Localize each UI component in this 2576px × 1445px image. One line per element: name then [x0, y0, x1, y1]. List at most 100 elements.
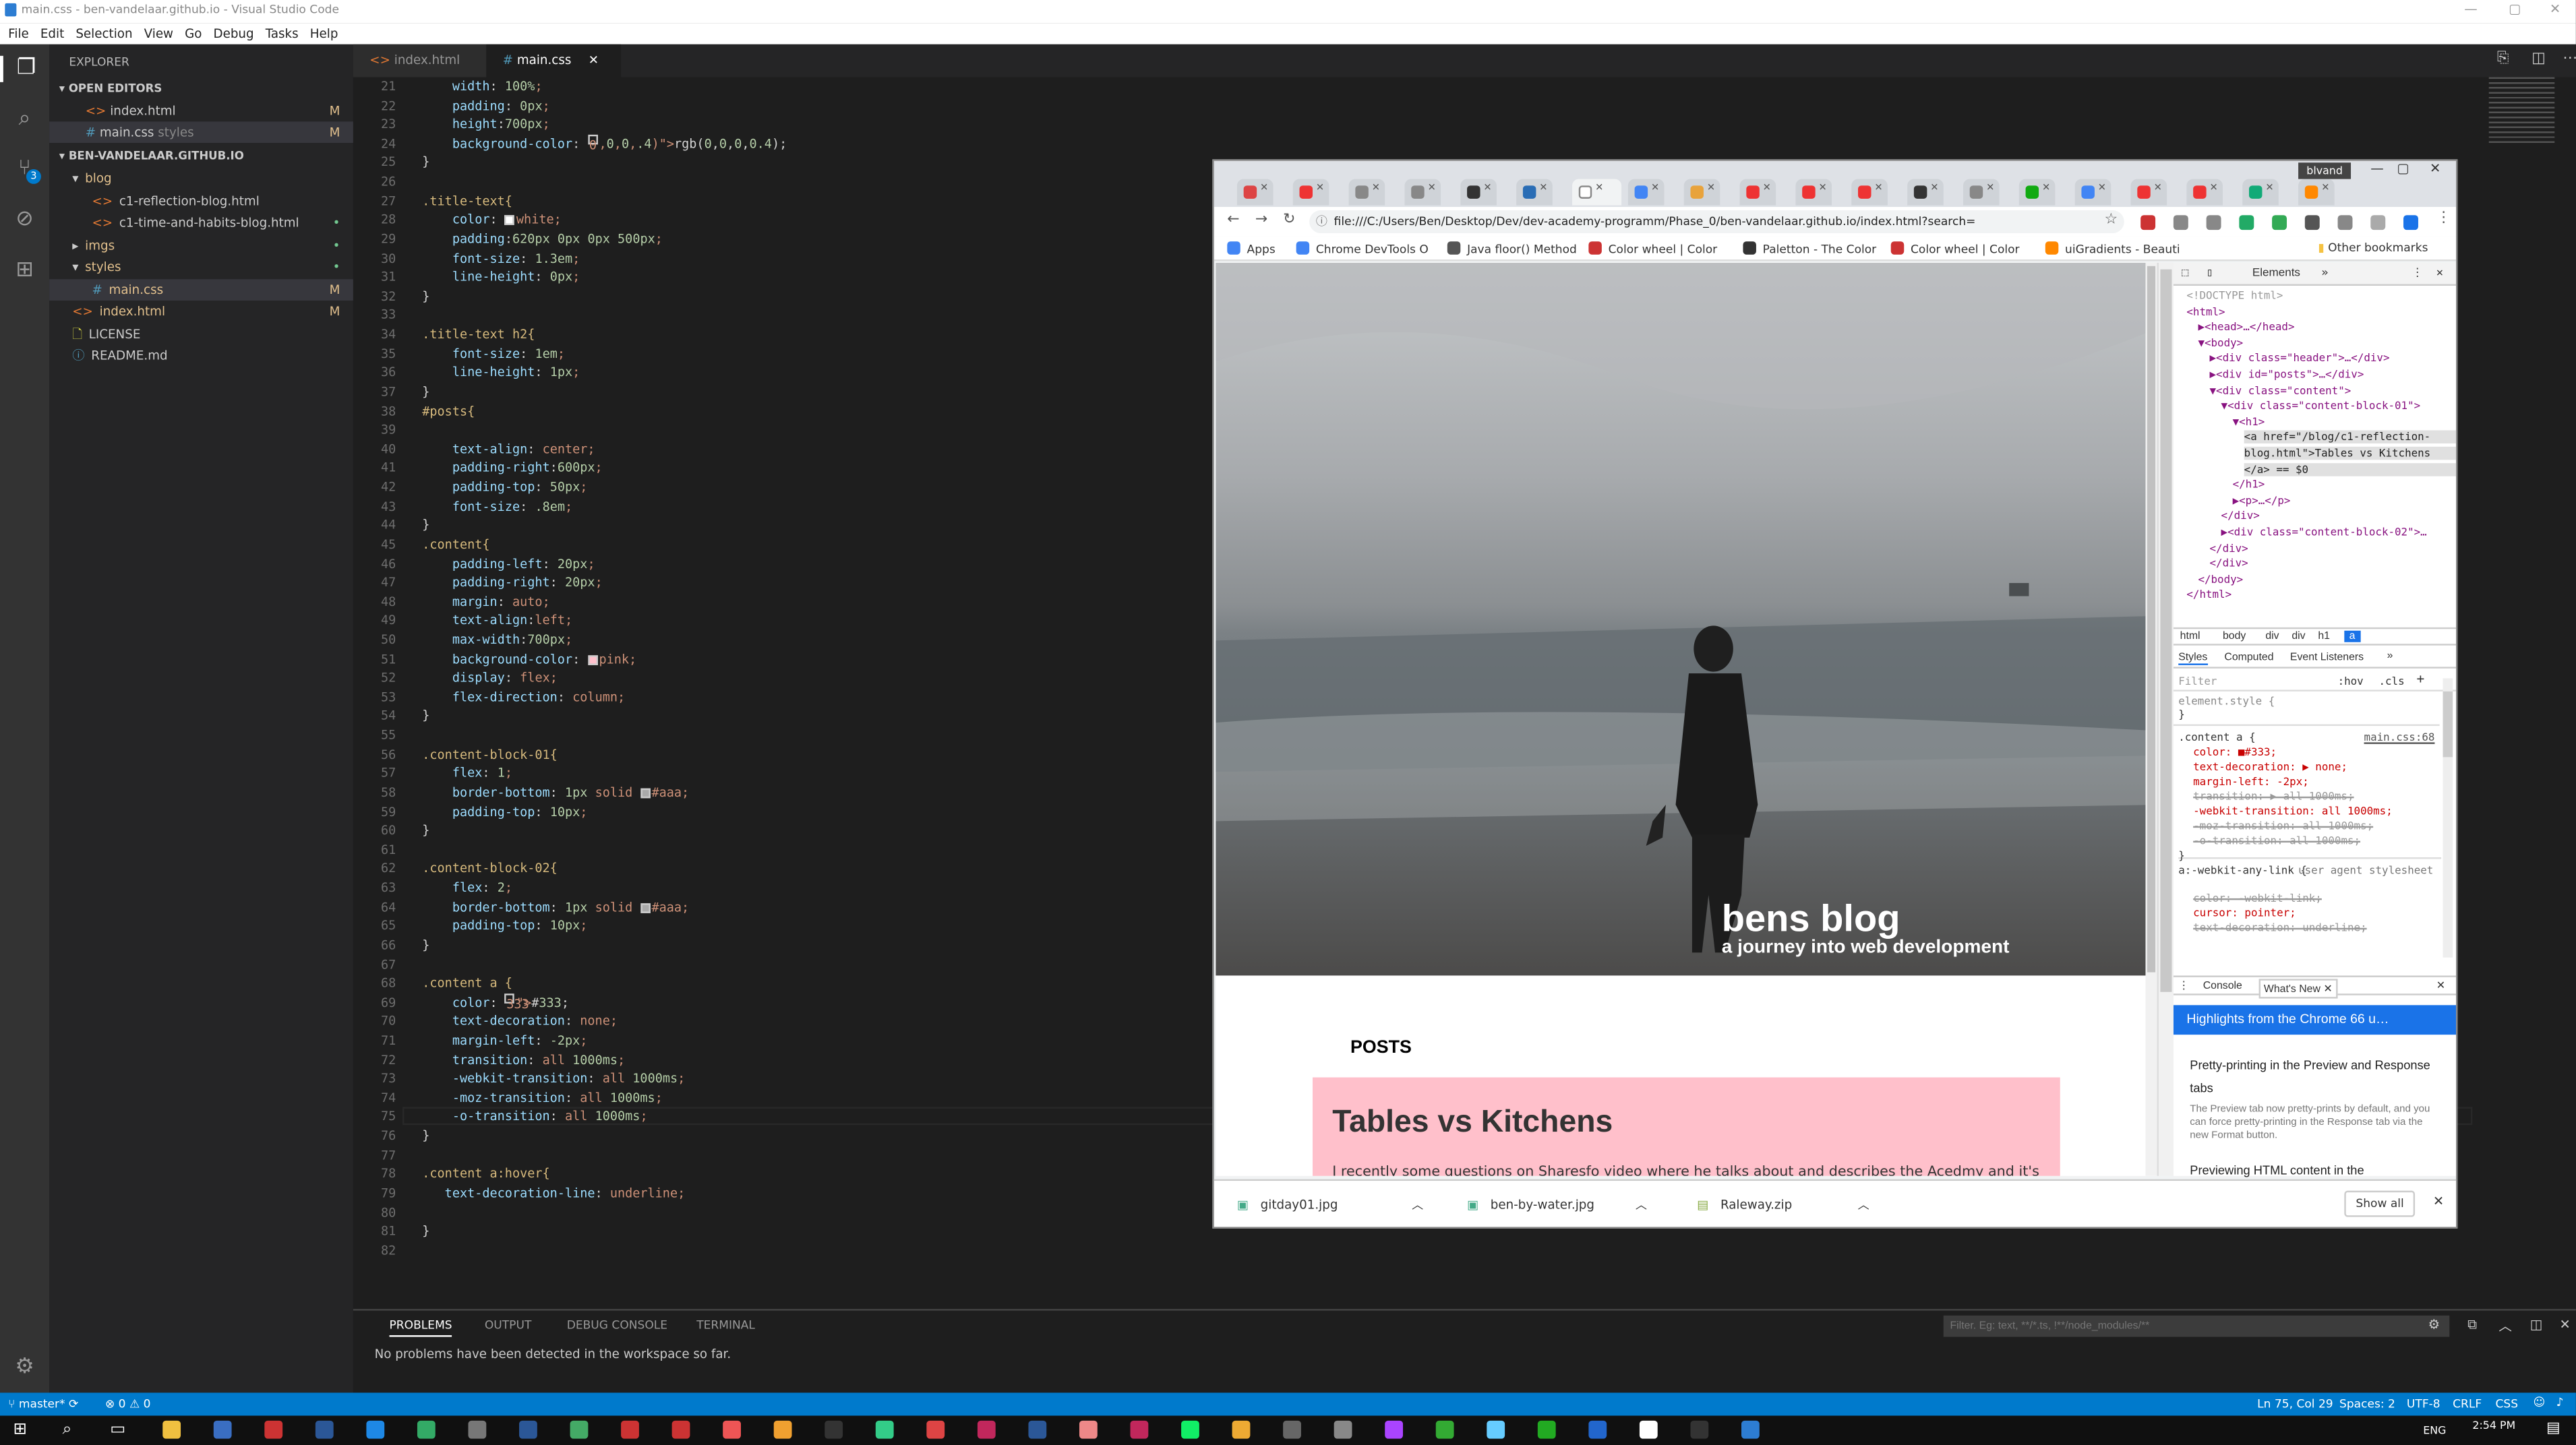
dom-breadcrumb[interactable]: div — [2292, 631, 2305, 642]
code-line[interactable]: .content{ — [422, 535, 489, 554]
close-tab-icon[interactable]: ✕ — [1986, 182, 1994, 193]
close-panel-icon[interactable]: ✕ — [2560, 1317, 2571, 1332]
extension-icon[interactable] — [2272, 215, 2287, 230]
taskbar-app-icon[interactable] — [366, 1420, 385, 1439]
code-line[interactable]: text-align:left; — [422, 611, 572, 630]
css-property[interactable]: -o-transition: all 1000ms; — [2193, 834, 2360, 847]
code-line[interactable]: transition: all 1000ms; — [422, 1051, 625, 1070]
taskbar-app-icon[interactable] — [1028, 1420, 1047, 1439]
close-tab-icon[interactable]: ✕ — [1316, 182, 1324, 193]
code-line[interactable]: } — [422, 936, 429, 955]
bookmark-item[interactable]: uiGradients - Beauti — [2045, 241, 2180, 256]
branch-indicator[interactable]: ⑂ master* ⟳ — [8, 1398, 78, 1411]
code-line[interactable]: border-bottom: 1px solid #aaa; — [422, 783, 689, 802]
close-tab-icon[interactable]: ✕ — [1707, 182, 1715, 193]
extensions-icon[interactable]: ⊞ — [11, 258, 38, 284]
more-styles-tabs-icon[interactable]: » — [2387, 650, 2393, 662]
tree-item[interactable]: ⓘ README.md — [49, 345, 353, 367]
clock[interactable]: 2:54 PM — [2472, 1419, 2515, 1432]
language-mode[interactable]: CSS — [2495, 1398, 2518, 1411]
inspect-icon[interactable]: ⬚ — [2182, 266, 2188, 279]
taskbar-app-icon[interactable] — [264, 1420, 283, 1439]
close-tab-icon[interactable]: ✕ — [589, 53, 599, 67]
chrome-tab[interactable]: ✕ — [1739, 179, 1776, 206]
cls-toggle[interactable]: .cls — [2378, 675, 2404, 688]
dom-breadcrumb[interactable]: a — [2344, 630, 2360, 642]
minimize-icon[interactable]: — — [2464, 1, 2477, 16]
more-tabs-icon[interactable]: » — [2321, 266, 2328, 279]
tree-item[interactable]: <> c1-time-and-habits-blog.html • — [49, 212, 353, 233]
taskbar-app-icon[interactable] — [977, 1420, 996, 1439]
extension-icon[interactable] — [2206, 215, 2221, 230]
split-editor-icon[interactable]: ◫ — [2532, 51, 2546, 67]
menu-selection[interactable]: Selection — [76, 26, 132, 41]
dom-node[interactable]: </h1> — [2233, 479, 2265, 491]
bookmark-item[interactable]: Paletton - The Color — [1743, 241, 1876, 256]
chrome-tab[interactable]: ✕ — [1795, 179, 1832, 206]
taskbar-app-icon[interactable] — [1385, 1420, 1404, 1439]
tree-item[interactable]: ▸ imgs • — [49, 234, 353, 255]
dom-node[interactable]: </html> — [2186, 588, 2231, 601]
toggle-panel-icon[interactable]: ◫ — [2530, 1317, 2542, 1332]
maximize-icon[interactable]: ▢ — [2509, 1, 2521, 16]
bookmark-item[interactable]: Java floor() Method — [1447, 241, 1577, 256]
chrome-tab[interactable]: ✕ — [2074, 179, 2111, 206]
search-icon[interactable]: ⌕ — [11, 106, 38, 133]
taskbar-app-icon[interactable] — [926, 1420, 945, 1439]
menu-tasks[interactable]: Tasks — [266, 26, 299, 41]
more-actions-icon[interactable]: ⋯ — [2563, 51, 2575, 67]
element-style-rule[interactable]: element.style { — [2178, 695, 2275, 708]
reload-icon[interactable]: ↻ — [1283, 212, 1295, 228]
chevron-up-icon[interactable]: ︿ — [1858, 1199, 1869, 1212]
tab-index-html[interactable]: <> index.html — [353, 44, 487, 78]
minimap[interactable] — [2488, 77, 2555, 144]
chrome-tab[interactable]: ✕ — [2298, 179, 2335, 206]
page-scrollbar[interactable] — [2145, 262, 2157, 1176]
cursor-position[interactable]: Ln 75, Col 29 — [2257, 1398, 2333, 1411]
taskbar-app-icon[interactable] — [1487, 1420, 1505, 1439]
chrome-tab[interactable]: ✕ — [2018, 179, 2056, 206]
close-tab-icon[interactable]: ✕ — [1428, 182, 1436, 193]
taskbar-app-icon[interactable] — [1588, 1420, 1607, 1439]
bookmark-item[interactable]: Color wheel | Color — [1588, 241, 1717, 256]
debug-icon[interactable]: ⊘ — [11, 207, 38, 233]
taskbar-app-icon[interactable] — [1232, 1420, 1251, 1439]
close-tab-icon[interactable]: ✕ — [2154, 182, 2162, 193]
dom-breadcrumb[interactable]: body — [2223, 631, 2246, 642]
code-line[interactable]: padding: 0px; — [422, 96, 550, 115]
dom-node[interactable]: ▶<div class="content-block-02">… — [2221, 526, 2427, 539]
chevron-up-icon[interactable]: ︿ — [1412, 1199, 1423, 1212]
dom-node[interactable]: ▼<h1> — [2233, 415, 2265, 428]
chrome-tab[interactable]: ✕ — [1404, 179, 1441, 206]
chevron-up-icon[interactable]: ︿ — [1636, 1199, 1647, 1212]
tab-event-listeners[interactable]: Event Listeners — [2290, 652, 2364, 663]
dom-node[interactable]: <a href="/blog/c1-reflection- — [2244, 431, 2457, 444]
css-property[interactable]: color: ■#333; — [2193, 745, 2277, 758]
tree-item[interactable]: ▾ styles • — [49, 256, 353, 278]
chrome-tab[interactable]: ✕ — [1627, 179, 1665, 206]
menu-debug[interactable]: Debug — [214, 26, 254, 41]
close-tab-icon[interactable]: ✕ — [1483, 182, 1491, 193]
code-line[interactable]: padding-top: 10px; — [422, 802, 588, 821]
chrome-tab[interactable]: ✕ — [1851, 179, 1888, 206]
menu-file[interactable]: File — [8, 26, 29, 41]
tab-main-css[interactable]: # main.css ✕ — [486, 44, 622, 78]
drawer-close-icon[interactable]: ✕ — [2436, 979, 2445, 992]
code-line[interactable]: .content a { — [422, 974, 512, 993]
code-line[interactable]: padding-right:600px; — [422, 459, 603, 478]
code-line[interactable]: flex: 1; — [422, 764, 512, 783]
taskbar-app-icon[interactable] — [1079, 1420, 1098, 1439]
forward-icon[interactable]: → — [1255, 212, 1267, 228]
taskbar-app-icon[interactable] — [162, 1420, 181, 1439]
dom-node[interactable]: ▶<div id="posts">…</div> — [2209, 368, 2364, 381]
code-line[interactable]: margin-left: -2px; — [422, 1031, 588, 1050]
close-tab-icon[interactable]: ✕ — [1539, 182, 1547, 193]
chrome-close-icon[interactable]: ✕ — [2430, 161, 2440, 176]
device-toggle-icon[interactable]: ▯ — [2207, 266, 2213, 279]
css-rule-source[interactable]: main.css:68 — [2364, 731, 2435, 743]
code-line[interactable]: -webkit-transition: all 1000ms; — [422, 1070, 685, 1088]
code-line[interactable]: .title-text{ — [422, 191, 512, 210]
feedback-icon[interactable]: ☺ — [2534, 1396, 2546, 1409]
close-tab-icon[interactable]: ✕ — [1874, 182, 1882, 193]
code-line[interactable]: } — [422, 822, 429, 840]
